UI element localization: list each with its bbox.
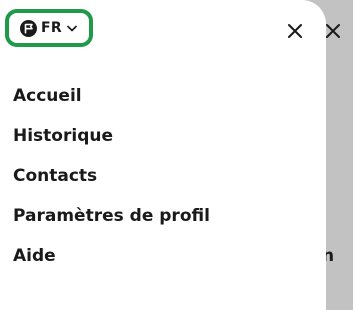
menu-list: Accueil Historique Contacts Paramètres d… bbox=[13, 84, 210, 284]
menu-item-contacts[interactable]: Contacts bbox=[13, 164, 210, 204]
menu-item-historique[interactable]: Historique bbox=[13, 124, 210, 164]
menu-item-accueil[interactable]: Accueil bbox=[13, 84, 210, 124]
chevron-down-icon bbox=[67, 25, 77, 31]
menu-item-parametres-de-profil[interactable]: Paramètres de profil bbox=[13, 204, 210, 244]
flag-icon bbox=[20, 19, 37, 37]
menu-item-aide[interactable]: Aide bbox=[13, 244, 210, 284]
navigation-drawer: FR Accueil Historique Contacts Paramètre… bbox=[0, 0, 326, 310]
close-menu-button[interactable] bbox=[284, 20, 306, 42]
close-icon bbox=[288, 24, 302, 38]
language-code: FR bbox=[41, 20, 62, 36]
language-selector[interactable]: FR bbox=[5, 9, 93, 47]
